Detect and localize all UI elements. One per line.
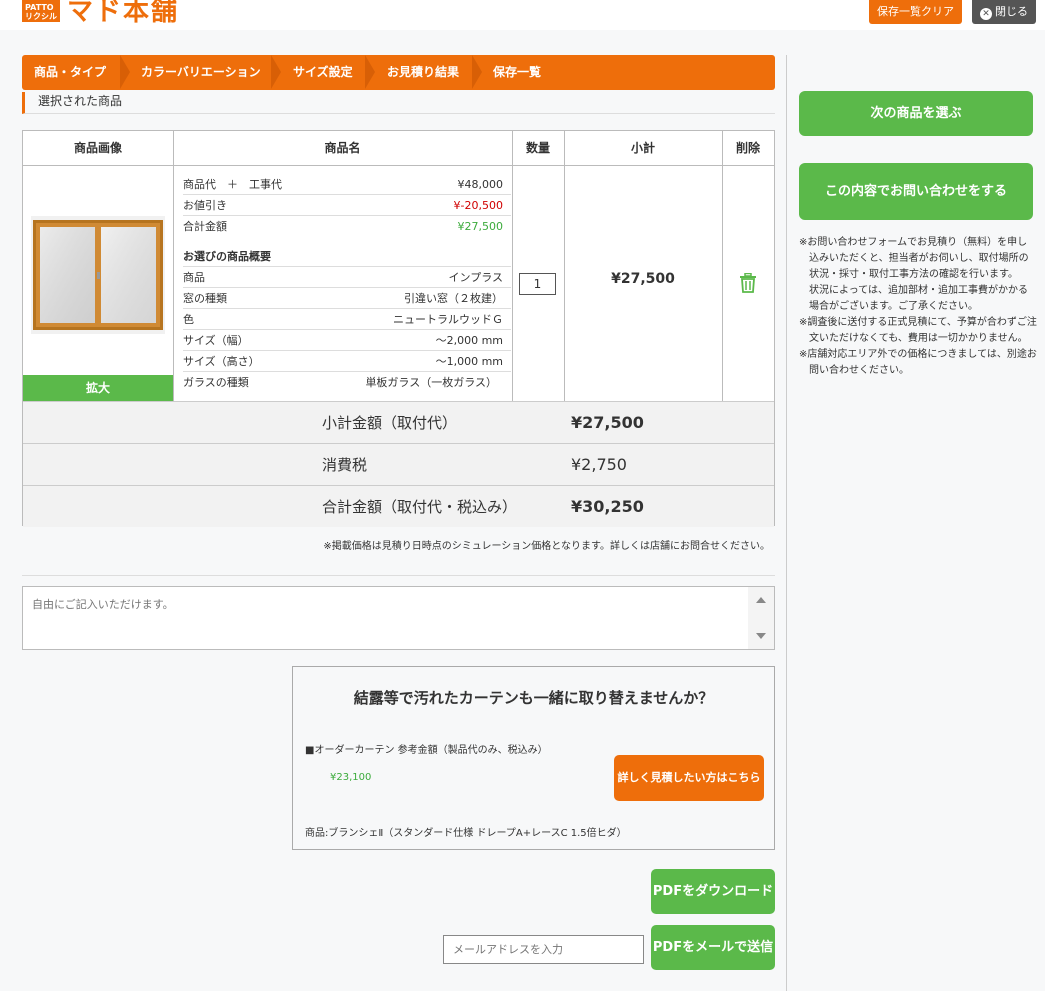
step-navigation: 商品・タイプ カラーバリエーション サイズ設定 お見積り結果 保存一覧	[22, 55, 775, 90]
note-item: ※お問い合わせフォームでお見積り（無料）を申し込みいただくと、担当者がお伺いし、…	[799, 237, 1029, 280]
header-image: 商品画像	[23, 131, 173, 166]
price-row: 商品代 ＋ 工事代 ¥48,000	[183, 174, 511, 195]
step-estimate[interactable]: お見積り結果	[387, 55, 459, 90]
step-chevron	[120, 55, 130, 89]
sidebar-divider	[786, 55, 787, 991]
curtain-title: 結露等で汚れたカーテンも一緒に取り替えませんか？	[353, 689, 714, 707]
zoom-button[interactable]: 拡大	[23, 375, 173, 401]
pdf-email-button[interactable]: PDFをメールで送信	[651, 925, 775, 970]
logo-text[interactable]: マド本舗	[67, 0, 179, 28]
spec-label: ガラスの種類	[183, 376, 249, 389]
spec-label: サイズ（高さ）	[183, 355, 260, 368]
trash-icon[interactable]	[739, 272, 757, 293]
total-row-tax: 消費税 ¥2,750	[23, 443, 774, 485]
column-divider	[512, 131, 513, 401]
spec-value: 〜2,000 mm	[435, 334, 503, 347]
price-row: お値引き ¥-20,500	[183, 195, 511, 216]
section-title: 選択された商品	[22, 92, 775, 114]
total-label: 消費税	[322, 456, 368, 474]
spec-row: ガラスの種類 単板ガラス（一枚ガラス）	[183, 372, 511, 393]
column-divider	[722, 131, 723, 401]
spec-row: サイズ（幅） 〜2,000 mm	[183, 330, 511, 351]
scroll-arrows	[756, 597, 766, 639]
curtain-price-label: ■オーダーカーテン 参考金額（製品代のみ、税込み）	[305, 745, 548, 756]
header-bar: PATTO リクシル マド本舗 保存一覧クリア ✕ 閉じる	[0, 0, 1045, 30]
spec-label: 色	[183, 313, 194, 326]
price-row: 合計金額 ¥27,500	[183, 216, 511, 237]
logo-badge: PATTO リクシル	[22, 0, 60, 22]
header-subtotal: 小計	[564, 131, 722, 166]
window-illustration	[31, 216, 165, 334]
step-chevron	[472, 55, 482, 89]
step-color[interactable]: カラーバリエーション	[141, 55, 261, 90]
spec-label: 商品	[183, 271, 205, 284]
spec-label: 窓の種類	[183, 292, 227, 305]
spec-row: 商品 インプラス	[183, 267, 511, 288]
step-size[interactable]: サイズ設定	[293, 55, 353, 90]
header-product-name: 商品名	[173, 131, 512, 166]
spec-value: 引違い窓（２枚建）	[404, 292, 503, 305]
spec-label: サイズ（幅）	[183, 334, 249, 347]
next-product-button[interactable]: 次の商品を選ぶ	[799, 91, 1033, 136]
price-row-label: 合計金額	[183, 220, 227, 233]
spec-value: 〜1,000 mm	[435, 355, 503, 368]
price-row-value: ¥-20,500	[453, 199, 503, 212]
curtain-price: ¥23,100	[330, 772, 372, 783]
column-divider	[173, 131, 174, 401]
price-row-label: お値引き	[183, 199, 227, 212]
spec-value: 単板ガラス（一枚ガラス）	[365, 376, 497, 389]
email-input[interactable]	[443, 935, 644, 964]
memo-scrollbar[interactable]	[748, 587, 774, 649]
column-divider	[564, 131, 565, 401]
summary-heading-text: お選びの商品概要	[183, 250, 271, 263]
trash-icon-graphic	[740, 272, 756, 293]
total-value: ¥2,750	[571, 455, 627, 474]
spec-row: サイズ（高さ） 〜1,000 mm	[183, 351, 511, 372]
row-subtotal: ¥27,500	[611, 271, 675, 287]
summary-heading: お選びの商品概要	[183, 246, 511, 267]
price-note: ※掲載価格は見積り日時点のシミュレーション価格となります。詳しくは店舗にお問合せ…	[323, 541, 770, 552]
close-icon: ✕	[980, 8, 992, 20]
total-value: ¥27,500	[571, 413, 644, 432]
step-product-type[interactable]: 商品・タイプ	[34, 55, 106, 90]
curtain-product: 商品:ブランシェⅡ（スタンダード仕様 ドレープA+レースC 1.5倍ヒダ）	[305, 828, 627, 839]
header-delete: 削除	[722, 131, 774, 166]
divider	[22, 575, 775, 576]
inquiry-button[interactable]: この内容でお問い合わせをする	[799, 163, 1033, 220]
header-quantity: 数量	[512, 131, 564, 166]
spec-row: 窓の種類 引違い窓（２枚建）	[183, 288, 511, 309]
total-value: ¥30,250	[571, 497, 644, 516]
spec-value: インプラス	[448, 271, 503, 284]
quantity-input[interactable]: 1	[519, 273, 556, 295]
note-item: ※調査後に送付する正式見積にて、予算が合わずご注文いただけなくても、費用は一切か…	[799, 317, 1037, 344]
close-button[interactable]: ✕ 閉じる	[972, 0, 1036, 24]
curtain-detail-button[interactable]: 詳しく見積したい方はこちら	[614, 755, 764, 801]
spec-value: ニュートラルウッドＧ	[393, 313, 503, 326]
price-row-label: 商品代 ＋ 工事代	[183, 178, 282, 191]
total-label: 小計金額（取付代）	[322, 414, 458, 432]
total-label: 合計金額（取付代・税込み）	[322, 498, 518, 516]
memo-textarea[interactable]	[22, 586, 775, 650]
curtain-promo: 結露等で汚れたカーテンも一緒に取り替えませんか？ ■オーダーカーテン 参考金額（…	[292, 666, 775, 850]
total-row-grand: 合計金額（取付代・税込み） ¥30,250	[23, 485, 774, 527]
pdf-download-button[interactable]: PDFをダウンロード	[651, 869, 775, 914]
clear-saved-button[interactable]: 保存一覧クリア	[869, 0, 962, 24]
note-item: 状況によっては、追加部材・追加工事費がかかる場合がございます。ご了承ください。	[799, 285, 1028, 312]
product-image[interactable]	[31, 216, 165, 334]
price-row-value: ¥48,000	[457, 178, 504, 191]
step-chevron	[271, 55, 281, 89]
spec-row: 色 ニュートラルウッドＧ	[183, 309, 511, 330]
price-row-value: ¥27,500	[457, 220, 504, 233]
product-table: 商品画像 商品名 数量 小計 削除 拡大 商品代 ＋ 工事代 ¥48,000 お値…	[22, 130, 775, 527]
step-chevron	[365, 55, 375, 89]
close-label: 閉じる	[995, 5, 1028, 18]
note-item: ※店舗対応エリア外での価格につきましては、別途お問い合わせください。	[799, 349, 1037, 376]
sidebar-notes: ※お問い合わせフォームでお見積り（無料）を申し込みいただくと、担当者がお伺いし、…	[799, 235, 1037, 379]
total-row-subtotal: 小計金額（取付代） ¥27,500	[23, 401, 774, 443]
step-saved-list[interactable]: 保存一覧	[493, 55, 541, 90]
